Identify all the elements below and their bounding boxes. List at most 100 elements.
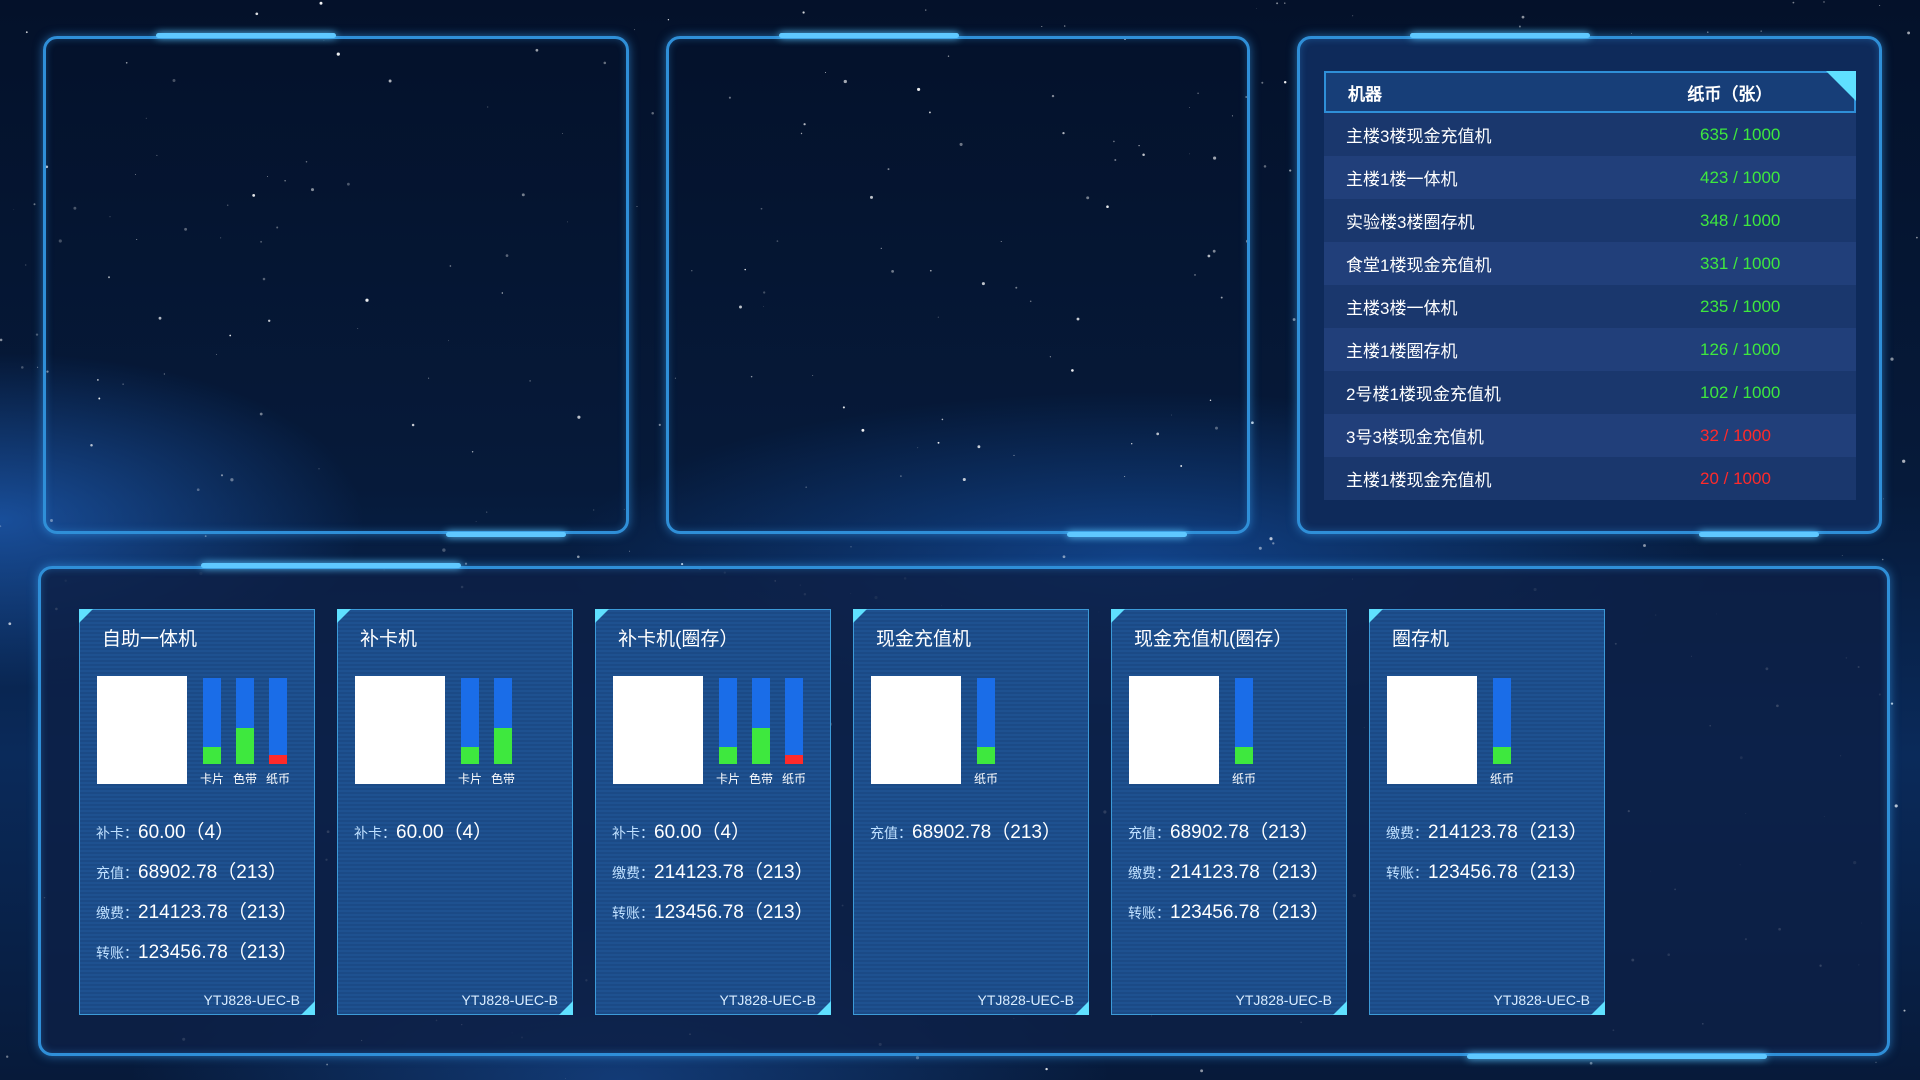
device-card-title: 补卡机 xyxy=(360,629,418,650)
device-card[interactable]: 圈存机 纸币 缴费： 214123.78（213） 转账： 123456.78（213） Y… xyxy=(1369,609,1605,1015)
device-photo xyxy=(1387,676,1477,784)
stat-line: 转账： 123456.78（213） xyxy=(1128,897,1330,937)
supply-bar-fill xyxy=(977,746,995,764)
stat-line: 补卡： 60.00（4） xyxy=(612,817,814,857)
stat-label: 转账： xyxy=(612,905,654,921)
stat-value: 60.00（4） xyxy=(654,822,751,843)
stat-value: 214123.78（213） xyxy=(1170,862,1330,883)
corner-accent xyxy=(595,609,609,623)
stat-value: 60.00（4） xyxy=(396,822,493,843)
stat-line: 充值： 68902.78（213） xyxy=(870,817,1061,857)
supply-bar xyxy=(977,678,995,764)
stat-value: 123456.78（213） xyxy=(138,942,298,963)
paper-count: 102 / 1000 xyxy=(1700,382,1781,402)
device-card[interactable]: 补卡机(圈存） 卡片 色带 纸币补卡： 60.00（4） 缴费： 214123.78（213… xyxy=(595,609,831,1015)
stat-line: 缴费： 214123.78（213） xyxy=(96,897,298,937)
stat-label: 转账： xyxy=(1128,905,1170,921)
supply-bar-group: 纸币 xyxy=(974,678,998,787)
device-model-code: YTJ828-UEC-B xyxy=(203,992,300,1008)
supply-bar-group: 纸币 xyxy=(266,678,290,787)
device-card[interactable]: 现金充值机(圈存） 纸币 充值： 68902.78（213） 缴费： 214123.78（… xyxy=(1111,609,1347,1015)
table-row[interactable]: 食堂1楼现金充值机 331 / 1000 xyxy=(1324,242,1856,285)
table-row[interactable]: 主楼3楼现金充值机 635 / 1000 xyxy=(1324,113,1856,156)
supply-bar-fill xyxy=(203,746,221,764)
stat-value: 60.00（4） xyxy=(138,822,235,843)
supply-level-bars: 卡片 色带 纸币 xyxy=(200,678,290,787)
paper-count: 348 / 1000 xyxy=(1700,210,1781,230)
device-photo xyxy=(871,676,961,784)
stat-line: 缴费： 214123.78（213） xyxy=(1128,857,1330,897)
stat-label: 缴费： xyxy=(612,865,654,881)
supply-bar-fill xyxy=(461,746,479,764)
paper-count: 32 / 1000 xyxy=(1700,425,1771,445)
device-card-title: 圈存机 xyxy=(1392,629,1450,650)
table-row[interactable]: 2号楼1楼现金充值机 102 / 1000 xyxy=(1324,371,1856,414)
supply-bar-label: 纸币 xyxy=(1232,772,1257,786)
stat-line: 缴费： 214123.78（213） xyxy=(1386,817,1588,857)
machine-name: 主楼1楼圈存机 xyxy=(1346,342,1458,361)
supply-bar xyxy=(785,678,803,764)
stat-label: 充值： xyxy=(96,865,138,881)
device-card-title: 自助一体机 xyxy=(102,629,198,650)
stat-value: 68902.78（213） xyxy=(138,862,287,883)
video-frame-center xyxy=(666,33,1250,537)
stat-value: 68902.78（213） xyxy=(912,822,1061,843)
machine-paper-table: 机器 纸币（张） 主楼3楼现金充值机 635 / 1000 主楼1楼一体机 423 /… xyxy=(1324,71,1856,500)
supply-bar xyxy=(752,678,770,764)
stat-value: 123456.78（213） xyxy=(1428,862,1588,883)
stat-label: 充值： xyxy=(870,825,912,841)
device-card-title: 补卡机(圈存） xyxy=(618,629,739,650)
supply-bar-label: 色带 xyxy=(749,772,774,786)
stat-value: 214123.78（213） xyxy=(138,902,298,923)
table-row[interactable]: 主楼1楼现金充值机 20 / 1000 xyxy=(1324,457,1856,500)
transaction-stats: 缴费： 214123.78（213） 转账： 123456.78（213） xyxy=(1386,817,1588,897)
machine-name: 主楼3楼一体机 xyxy=(1346,299,1458,318)
device-model-code: YTJ828-UEC-B xyxy=(1493,992,1590,1008)
stat-label: 补卡： xyxy=(96,825,138,841)
stat-value: 123456.78（213） xyxy=(654,902,814,923)
corner-accent xyxy=(853,609,867,623)
supply-bar-fill xyxy=(236,727,254,764)
machine-name: 3号3楼现金充值机 xyxy=(1346,428,1484,447)
device-model-code: YTJ828-UEC-B xyxy=(1235,992,1332,1008)
supply-level-bars: 纸币 xyxy=(1232,678,1257,787)
table-row[interactable]: 主楼1楼圈存机 126 / 1000 xyxy=(1324,328,1856,371)
stat-line: 充值： 68902.78（213） xyxy=(96,857,298,897)
machine-paper-table-panel: 机器 纸币（张） 主楼3楼现金充值机 635 / 1000 主楼1楼一体机 423 /… xyxy=(1297,33,1882,537)
table-row[interactable]: 主楼3楼一体机 235 / 1000 xyxy=(1324,285,1856,328)
supply-level-bars: 卡片 色带 纸币 xyxy=(716,678,806,787)
table-row[interactable]: 主楼1楼一体机 423 / 1000 xyxy=(1324,156,1856,199)
paper-count: 235 / 1000 xyxy=(1700,296,1781,316)
header-machine: 机器 xyxy=(1348,84,1382,104)
machine-name: 主楼1楼现金充值机 xyxy=(1346,471,1492,490)
supply-bar xyxy=(236,678,254,764)
stat-label: 缴费： xyxy=(1386,825,1428,841)
device-cards-panel: 自助一体机 卡片 色带 纸币 补卡： 60.00（4） 充值： 68902.78（213） 缴费… xyxy=(38,563,1890,1059)
paper-count: 20 / 1000 xyxy=(1700,468,1771,488)
stat-value: 214123.78（213） xyxy=(1428,822,1588,843)
supply-bar-fill xyxy=(269,755,287,764)
corner-accent xyxy=(1111,609,1125,623)
supply-bar-group: 纸币 xyxy=(782,678,806,787)
stat-line: 转账： 123456.78（213） xyxy=(612,897,814,937)
supply-bar xyxy=(269,678,287,764)
transaction-stats: 充值： 68902.78（213） xyxy=(870,817,1061,857)
stat-value: 123456.78（213） xyxy=(1170,902,1330,923)
corner-accent xyxy=(337,609,351,623)
machine-name: 2号楼1楼现金充值机 xyxy=(1346,385,1501,404)
device-card[interactable]: 自助一体机 卡片 色带 纸币 补卡： 60.00（4） 充值： 68902.78（213） 缴费… xyxy=(79,609,315,1015)
supply-bar-label: 色带 xyxy=(491,772,516,786)
stat-label: 补卡： xyxy=(354,825,396,841)
device-card[interactable]: 现金充值机 纸币 充值： 68902.78（213） YTJ828-UEC-B xyxy=(853,609,1089,1015)
stat-line: 转账： 123456.78（213） xyxy=(1386,857,1588,897)
stat-label: 转账： xyxy=(1386,865,1428,881)
stat-line: 补卡： 60.00（4） xyxy=(354,817,492,857)
supply-level-bars: 纸币 xyxy=(974,678,998,787)
table-row[interactable]: 3号3楼现金充值机 32 / 1000 xyxy=(1324,414,1856,457)
supply-bar-fill xyxy=(785,755,803,764)
machine-name: 主楼3楼现金充值机 xyxy=(1346,127,1492,146)
stat-value: 214123.78（213） xyxy=(654,862,814,883)
supply-bar-group: 纸币 xyxy=(1490,678,1514,787)
device-card[interactable]: 补卡机 卡片 色带 补卡： 60.00（4） YTJ828-UEC-B xyxy=(337,609,573,1015)
table-row[interactable]: 实验楼3楼圈存机 348 / 1000 xyxy=(1324,199,1856,242)
